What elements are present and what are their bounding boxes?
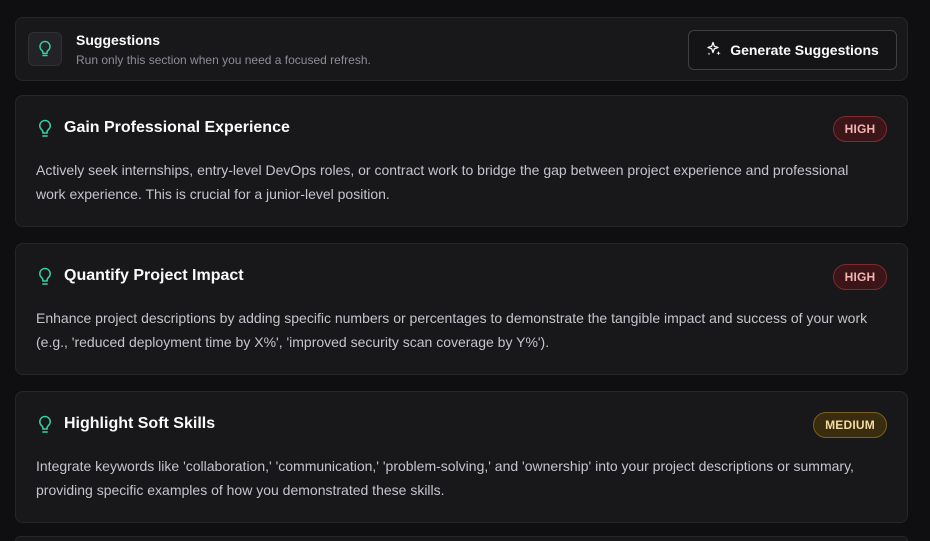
generate-suggestions-label: Generate Suggestions [730, 42, 879, 58]
suggestion-card-partial [15, 536, 908, 541]
sparkles-icon [706, 41, 722, 60]
suggestion-card: Quantify Project Impact HIGH Enhance pro… [15, 243, 908, 375]
suggestion-description: Actively seek internships, entry-level D… [36, 162, 849, 202]
section-subtitle: Run only this section when you need a fo… [76, 53, 371, 67]
priority-badge: HIGH [833, 116, 887, 142]
lightbulb-icon [36, 266, 54, 288]
lightbulb-icon [28, 32, 62, 66]
section-title: Suggestions [76, 32, 161, 48]
priority-badge: HIGH [833, 264, 887, 290]
generate-suggestions-button[interactable]: Generate Suggestions [688, 30, 897, 70]
suggestion-card: Gain Professional Experience HIGH Active… [15, 95, 908, 227]
suggestions-header: Suggestions Run only this section when y… [15, 17, 908, 81]
suggestion-description: Enhance project descriptions by adding s… [36, 310, 868, 350]
lightbulb-icon [36, 118, 54, 140]
suggestions-panel: Suggestions Run only this section when y… [0, 0, 930, 541]
priority-badge: MEDIUM [813, 412, 887, 438]
lightbulb-icon [36, 414, 54, 436]
suggestion-card: Highlight Soft Skills MEDIUM Integrate k… [15, 391, 908, 523]
suggestion-description: Integrate keywords like 'collaboration,'… [36, 458, 854, 498]
suggestion-title: Highlight Soft Skills [64, 415, 216, 432]
suggestion-title: Quantify Project Impact [64, 267, 244, 284]
suggestion-title: Gain Professional Experience [64, 119, 290, 136]
